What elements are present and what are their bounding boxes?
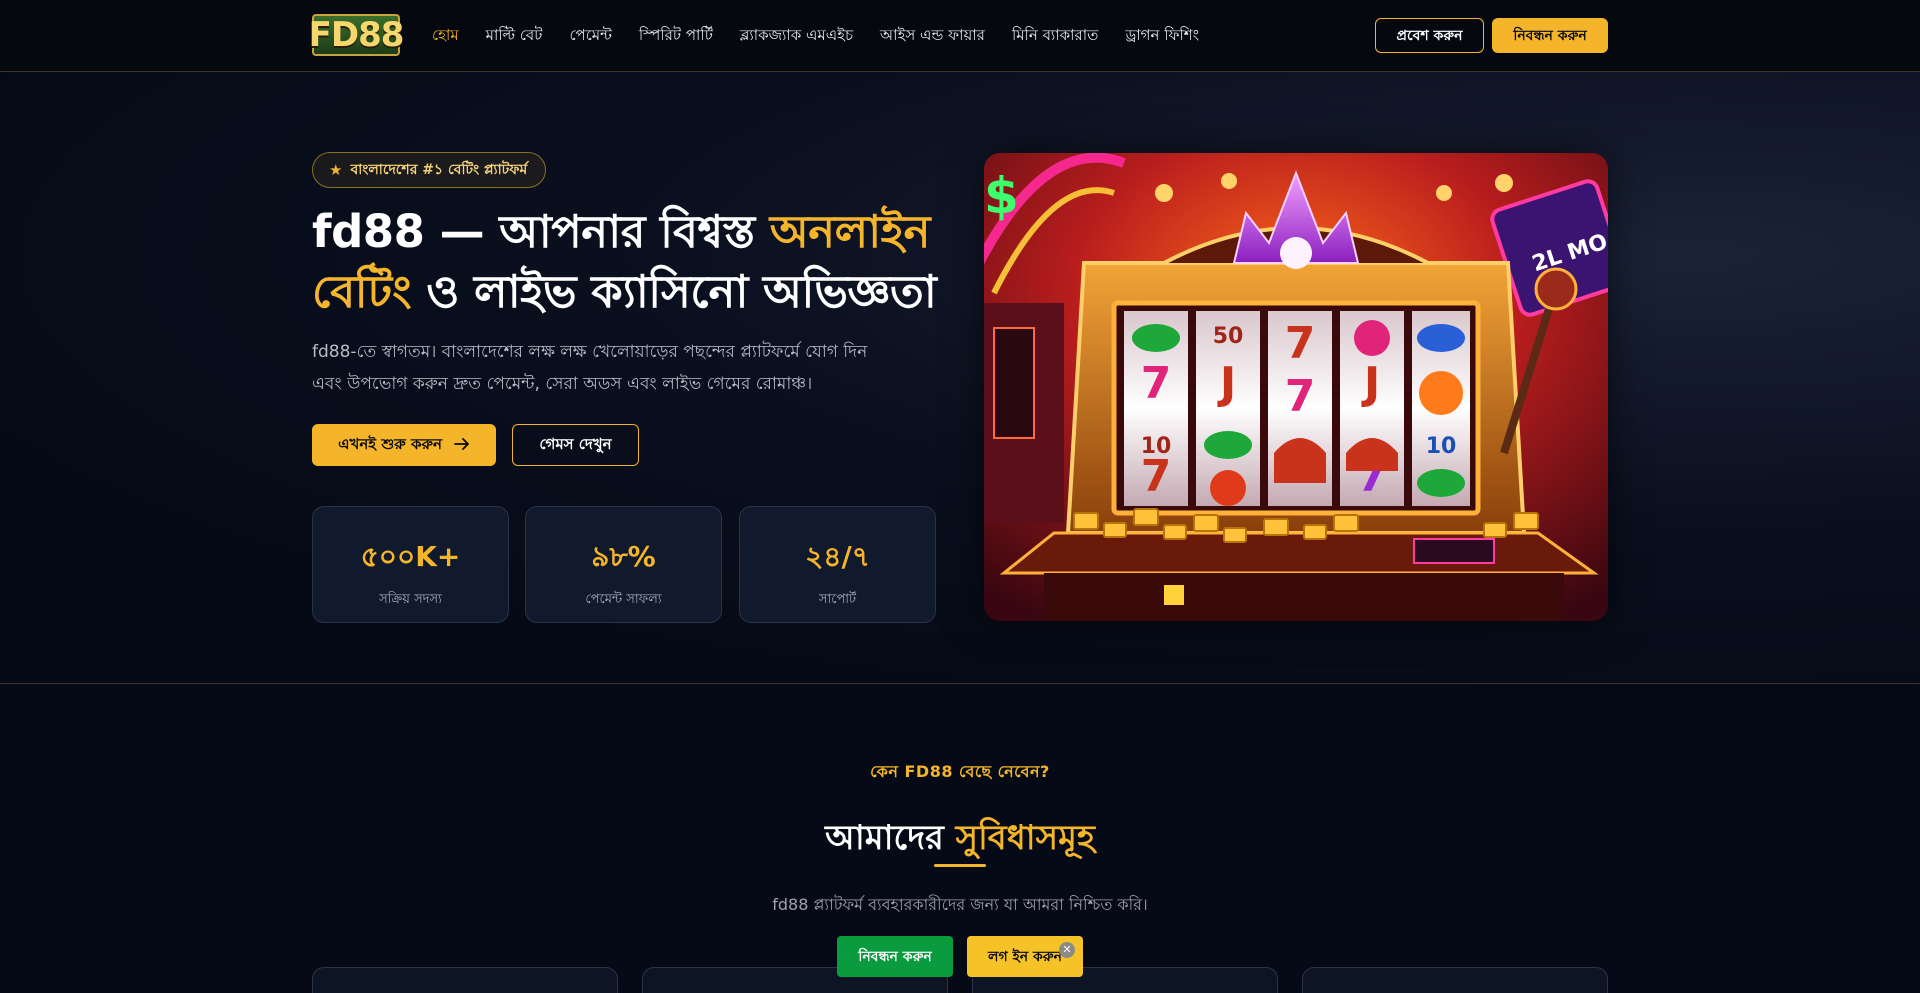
svg-text:J: J — [1217, 358, 1236, 409]
stat-card-payment: ৯৮% পেমেন্ট সাফল্য — [525, 506, 722, 623]
svg-text:J: J — [1361, 358, 1380, 409]
svg-text:10: 10 — [1141, 434, 1172, 459]
stat-card-support: ২৪/৭ সাপোর্ট — [739, 506, 936, 623]
nav-item-payment[interactable]: পেমেন্ট — [569, 24, 611, 49]
svg-text:50: 50 — [1213, 324, 1244, 349]
stat-label: সক্রিয় সদস্য — [379, 592, 442, 607]
close-icon[interactable]: ✕ — [1059, 942, 1075, 958]
stat-value: ২৪/৭ — [805, 540, 870, 573]
nav-item-home[interactable]: হোম — [432, 24, 459, 49]
nav-item-spirit-party[interactable]: স্পিরিট পার্টি — [639, 24, 713, 49]
stat-card-members: ৫০০K+ সক্রিয় সদস্য — [312, 506, 509, 623]
badge-text: বাংলাদেশের #১ বেটিং প্ল্যাটফর্ম — [350, 162, 528, 178]
nav-item-dragon-fishing[interactable]: ড্রাগন ফিশিং — [1125, 24, 1199, 49]
site-header: FD88 হোম মাল্টি বেট পেমেন্ট স্পিরিট পার্… — [0, 0, 1920, 72]
hero-description: fd88-তে স্বাগতম। বাংলাদেশের লক্ষ লক্ষ খে… — [312, 342, 868, 394]
header-register-button[interactable]: নিবন্ধন করুন — [1492, 18, 1608, 53]
stat-value: ৯৮% — [591, 540, 656, 573]
nav-item-multi-bet[interactable]: মাল্টি বেট — [486, 24, 543, 49]
star-icon: ★ — [329, 161, 343, 179]
view-games-button[interactable]: গেমস দেখুন — [512, 424, 639, 466]
stat-label: সাপোর্ট — [818, 592, 857, 607]
hero-title: fd88 — আপনার বিশ্বস্ত অনলাইন বেটিং ও লাই… — [312, 202, 952, 322]
feature-card — [1302, 967, 1608, 993]
top-platform-badge: ★ বাংলাদেশের #১ বেটিং প্ল্যাটফর্ম — [312, 152, 547, 188]
svg-text:7: 7 — [1285, 371, 1316, 422]
features-subtitle: fd88 প্ল্যাটফর্ম ব্যবহারকারীদের জন্য যা … — [772, 895, 1148, 914]
start-now-label: এখনই শুরু করুন — [338, 434, 442, 453]
stat-label: পেমেন্ট সাফল্য — [585, 592, 662, 607]
stat-value: ৫০০K+ — [360, 540, 461, 573]
svg-text:$: $ — [984, 167, 1019, 225]
feature-card — [312, 967, 618, 993]
arrow-right-icon — [454, 436, 470, 454]
hero-title-part1: fd88 — আপনার বিশ্বস্ত — [312, 205, 770, 258]
floating-register-button[interactable]: নিবন্ধন করুন — [837, 936, 953, 977]
fd88-logo[interactable]: FD88 — [309, 14, 404, 56]
start-now-button[interactable]: এখনই শুরু করুন — [312, 424, 496, 466]
nav-item-ice-and-fire[interactable]: আইস এন্ড ফায়ার — [880, 24, 985, 49]
header-login-button[interactable]: প্রবেশ করুন — [1375, 18, 1484, 53]
hero-title-part2: ও লাইভ ক্যাসিনো অভিজ্ঞতা — [411, 265, 937, 318]
slot-machine-image: $ 2L MO 7 7 J 7 7 J 7 50 10 10 — [984, 153, 1608, 621]
nav-item-mini-baccarat[interactable]: মিনি ব্যাকারাত — [1012, 24, 1098, 49]
hero-section: ★ বাংলাদেশের #১ বেটিং প্ল্যাটফর্ম fd88 —… — [0, 72, 1920, 684]
features-title-highlight: সুবিধাসমূহ — [955, 818, 1095, 858]
features-title-part1: আমাদের — [825, 818, 956, 858]
svg-text:10: 10 — [1426, 434, 1457, 459]
svg-text:7: 7 — [1285, 318, 1316, 369]
features-eyebrow: কেন FD88 বেছে নেবেন? — [870, 762, 1050, 781]
main-nav: হোম মাল্টি বেট পেমেন্ট স্পিরিট পার্টি ব্… — [432, 24, 1199, 49]
svg-text:7: 7 — [1141, 358, 1172, 409]
nav-item-blackjack-mh[interactable]: ব্ল্যাকজ্যাক এমএইচ — [740, 24, 853, 49]
features-title: আমাদের সুবিধাসমূহ — [0, 812, 1920, 869]
title-underline — [934, 864, 986, 867]
